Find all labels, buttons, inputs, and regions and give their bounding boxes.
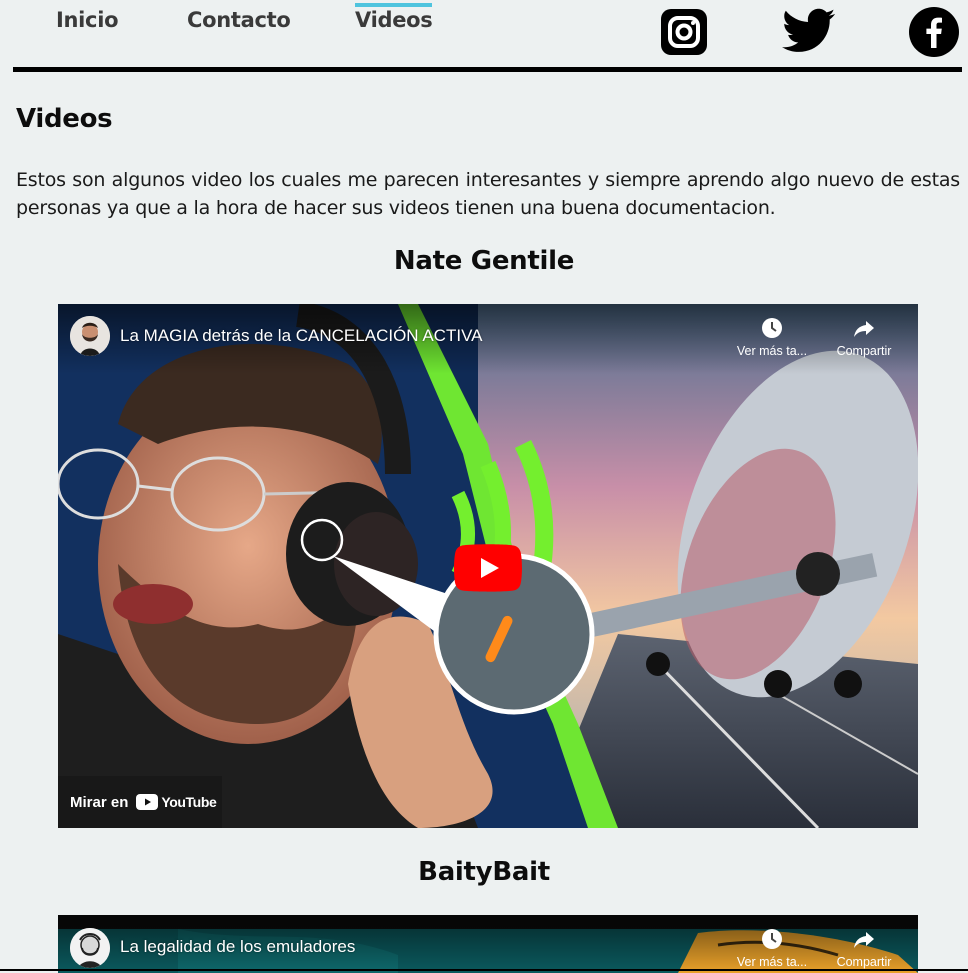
nav-divider bbox=[13, 67, 962, 72]
video-title[interactable]: La legalidad de los emuladores bbox=[120, 937, 355, 957]
top-navigation: Inicio Contacto Videos bbox=[0, 0, 968, 74]
video-title[interactable]: La MAGIA detrás de la CANCELACIÓN ACTIVA bbox=[120, 326, 483, 346]
section-heading-baitybait: BaityBait bbox=[418, 857, 550, 887]
facebook-icon[interactable] bbox=[908, 6, 960, 58]
viewport-bottom-border bbox=[0, 969, 968, 971]
share-button[interactable]: Compartir bbox=[824, 316, 904, 358]
nav-link-contacto[interactable]: Contacto bbox=[187, 8, 291, 32]
page-title: Videos bbox=[16, 104, 113, 134]
watch-later-button[interactable]: Ver más ta... bbox=[732, 316, 812, 358]
clock-icon bbox=[762, 318, 782, 338]
channel-avatar[interactable] bbox=[70, 928, 110, 968]
watch-later-button[interactable]: Ver más ta... bbox=[732, 927, 812, 969]
video-embed-baitybait[interactable]: La legalidad de los emuladores Ver más t… bbox=[58, 915, 918, 973]
youtube-logo: YouTube bbox=[136, 794, 217, 810]
share-arrow-icon bbox=[854, 321, 874, 337]
section-heading-nate-gentile: Nate Gentile bbox=[393, 246, 575, 276]
share-arrow-icon bbox=[854, 932, 874, 948]
twitter-icon[interactable] bbox=[782, 8, 836, 54]
nav-link-inicio[interactable]: Inicio bbox=[56, 8, 119, 32]
video-embed-nate-gentile[interactable]: La MAGIA detrás de la CANCELACIÓN ACTIVA… bbox=[58, 304, 918, 828]
nav-link-videos[interactable]: Videos bbox=[355, 3, 433, 32]
watch-on-youtube-button[interactable]: Mirar en YouTube bbox=[58, 776, 222, 828]
intro-paragraph: Estos son algunos video los cuales me pa… bbox=[16, 169, 960, 219]
play-button[interactable] bbox=[454, 544, 522, 592]
channel-avatar[interactable] bbox=[70, 316, 110, 356]
youtube-play-icon bbox=[136, 794, 159, 810]
share-button[interactable]: Compartir bbox=[824, 927, 904, 969]
clock-icon bbox=[762, 929, 782, 949]
instagram-icon[interactable] bbox=[660, 8, 708, 56]
